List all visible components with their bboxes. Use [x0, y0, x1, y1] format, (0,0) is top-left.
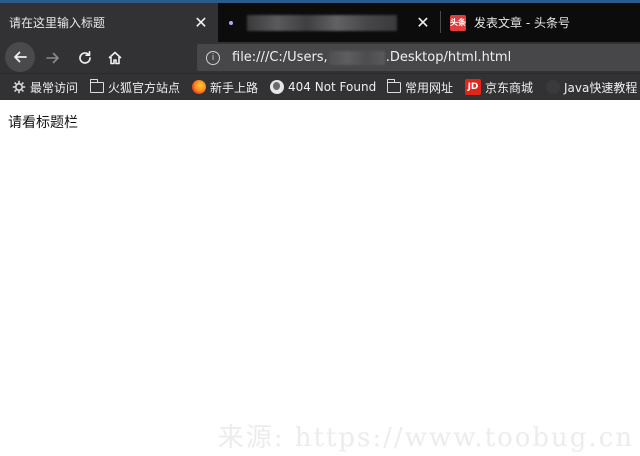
loading-dot-icon	[229, 20, 233, 25]
close-tab-icon[interactable]: ✕	[416, 14, 430, 30]
bookmark-label: 最常访问	[30, 80, 79, 95]
home-button[interactable]	[102, 42, 128, 73]
bookmark-label: 常用网址	[405, 80, 454, 95]
bookmark-label: Java快速教程 -	[564, 80, 640, 95]
bookmark-jd[interactable]: JD 京东商城	[465, 74, 533, 100]
bookmark-label: 火狐官方站点	[108, 80, 181, 95]
tab-strip: 请在这里输入标题 ✕ ✕ 头条 发表文章 - 头条号	[0, 0, 640, 42]
url-suffix: .Desktop/html.html	[385, 50, 512, 65]
bookmark-label: 京东商城	[485, 80, 534, 95]
forward-arrow-icon	[46, 52, 59, 63]
bookmark-java-tutorial[interactable]: Java快速教程 -	[546, 74, 640, 100]
bookmark-getting-started[interactable]: 新手上路	[192, 74, 258, 100]
redacted-tab-title	[247, 14, 397, 31]
tab-active[interactable]: 请在这里输入标题 ✕	[0, 3, 218, 42]
jd-icon: JD	[465, 79, 481, 95]
bookmark-firefox-site[interactable]: 火狐官方站点	[89, 74, 181, 100]
bookmark-common-sites[interactable]: 常用网址	[386, 74, 454, 100]
browser-chrome: 请在这里输入标题 ✕ ✕ 头条 发表文章 - 头条号 i file:///C:/…	[0, 0, 640, 100]
tab-redacted[interactable]: ✕	[219, 3, 440, 42]
firefox-icon	[192, 80, 206, 94]
bookmark-label: 404 Not Found	[288, 80, 377, 94]
folder-icon	[386, 78, 401, 94]
watermark: 来源: https://www.toobug.cn	[217, 423, 634, 453]
navigation-toolbar: i file:///C:/Users, .Desktop/html.html	[0, 42, 640, 73]
globe-icon	[270, 80, 284, 94]
bookmark-404[interactable]: 404 Not Found	[270, 74, 376, 100]
tab-toutiao[interactable]: 头条 发表文章 - 头条号	[441, 3, 640, 42]
bookmark-label: 新手上路	[210, 80, 259, 95]
url-prefix: file:///C:/Users,	[232, 50, 328, 65]
reload-icon	[79, 50, 91, 64]
page-content: 请看标题栏 来源: https://www.toobug.cn	[0, 100, 640, 456]
gear-icon	[12, 80, 26, 94]
java-icon	[546, 80, 560, 94]
redacted-username	[328, 50, 385, 65]
forward-button[interactable]	[40, 42, 66, 73]
reload-button[interactable]	[72, 42, 98, 73]
page-body-text: 请看标题栏	[8, 115, 78, 131]
close-tab-icon[interactable]: ✕	[194, 14, 208, 30]
tab-title: 发表文章 - 头条号	[474, 16, 570, 30]
back-button[interactable]	[5, 42, 35, 72]
home-icon	[108, 51, 122, 64]
address-bar[interactable]: i file:///C:/Users, .Desktop/html.html	[197, 44, 640, 71]
info-icon[interactable]: i	[206, 50, 220, 65]
back-arrow-icon	[14, 51, 27, 63]
folder-icon	[89, 78, 104, 94]
bookmarks-toolbar: 最常访问 火狐官方站点 新手上路 404 Not Found 常用网址 JD 京…	[0, 73, 640, 100]
tab-title: 请在这里输入标题	[9, 16, 106, 30]
toutiao-favicon-icon: 头条	[450, 14, 466, 31]
bookmark-most-visited[interactable]: 最常访问	[12, 74, 78, 100]
